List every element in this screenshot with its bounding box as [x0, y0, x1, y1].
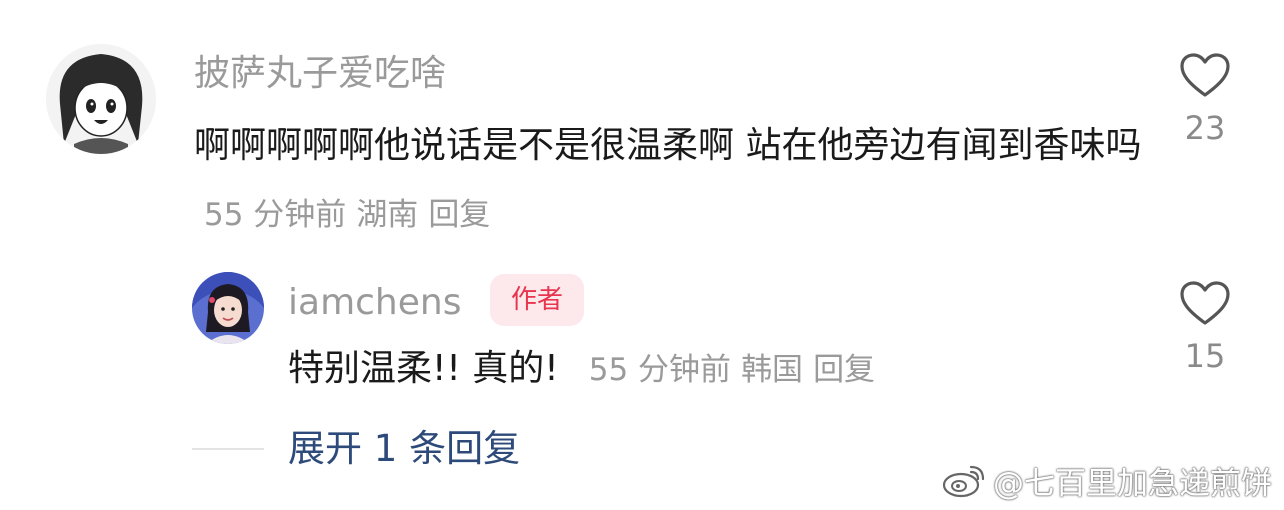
heart-outline-icon — [1180, 53, 1230, 97]
heart-outline-icon — [1180, 281, 1230, 325]
watermark: @七百里加急递煎饼 — [941, 460, 1272, 502]
like-button[interactable]: 15 — [1165, 280, 1245, 376]
weibo-logo-icon — [942, 465, 985, 498]
like-count: 15 — [1184, 337, 1226, 375]
comment-body: 啊啊啊啊啊他说话是不是很温柔啊 站在他旁边有闻到香味吗 — [194, 125, 1142, 166]
reply-button[interactable]: 回复 — [813, 352, 875, 388]
reply-text[interactable]: 特别温柔!! 真的! 55 分钟前 韩国 回复 — [288, 342, 1148, 397]
reply-location: 韩国 — [741, 352, 804, 388]
reply-meta: 55 分钟前 韩国 回复 — [589, 352, 885, 388]
divider — [192, 448, 264, 450]
commenter-username[interactable]: 披萨丸子爱吃啥 — [194, 52, 446, 96]
reply-body: 特别温柔!! 真的! — [288, 348, 559, 389]
expand-replies-button[interactable]: 展开 1 条回复 — [288, 426, 520, 472]
commenter-avatar[interactable] — [46, 44, 156, 154]
author-avatar[interactable] — [192, 272, 264, 344]
watermark-text: @七百里加急递煎饼 — [993, 465, 1272, 502]
reply-time: 55 分钟前 — [588, 352, 732, 388]
author-username[interactable]: iamchens — [288, 281, 461, 325]
like-button[interactable]: 23 — [1165, 52, 1245, 148]
reply-button[interactable]: 回复 — [428, 197, 490, 233]
comment-text[interactable]: 啊啊啊啊啊他说话是不是很温柔啊 站在他旁边有闻到香味吗 55 分钟前 湖南 回复 — [194, 112, 1154, 249]
comment-time: 55 分钟前 — [204, 197, 347, 233]
comment-meta: 55 分钟前 湖南 回复 — [204, 197, 500, 233]
like-count: 23 — [1184, 109, 1226, 147]
author-badge: 作者 — [490, 274, 584, 326]
comment-location: 湖南 — [356, 197, 419, 233]
